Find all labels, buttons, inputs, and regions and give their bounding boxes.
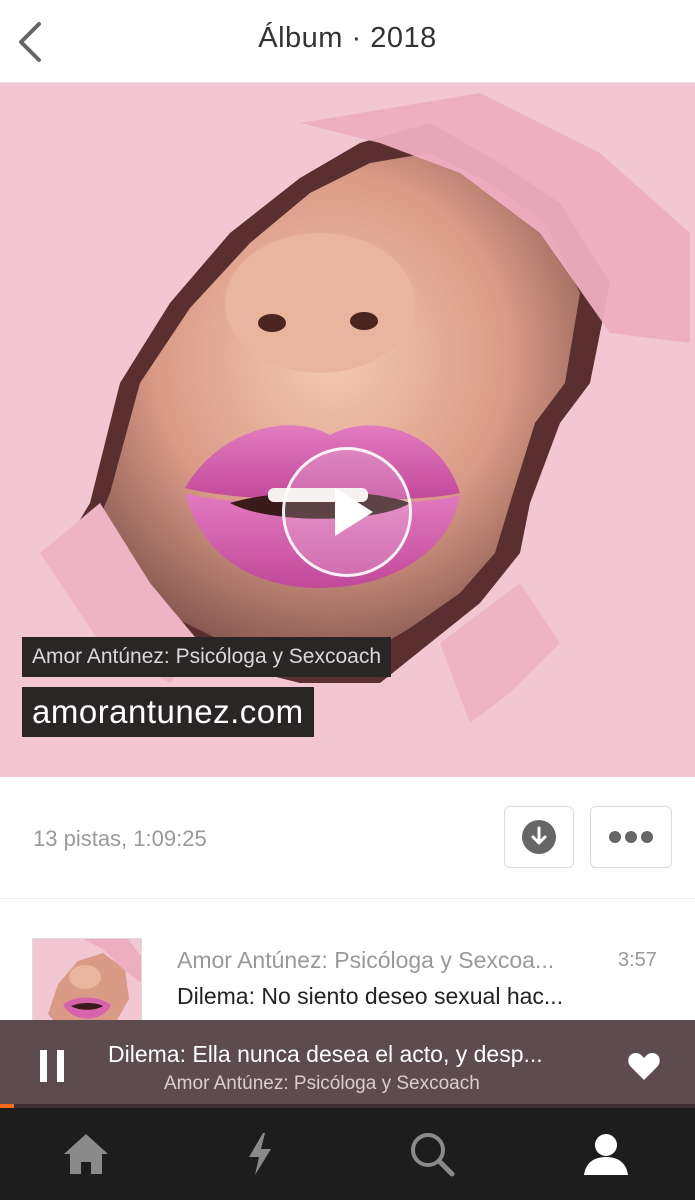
play-button[interactable]	[282, 447, 412, 577]
tab-stream[interactable]	[200, 1108, 320, 1200]
more-dots-icon	[609, 831, 653, 843]
now-playing-artist: Amor Antúnez: Psicóloga y Sexcoach	[164, 1073, 480, 1094]
track-count-duration: 13 pistas, 1:09:25	[33, 826, 207, 851]
album-artwork: Amor Antúnez: Psicóloga y Sexcoach amora…	[0, 83, 695, 777]
download-button[interactable]	[504, 806, 574, 868]
like-button[interactable]	[626, 1048, 662, 1084]
heart-icon	[628, 1053, 660, 1080]
tab-profile[interactable]	[546, 1108, 666, 1200]
more-options-button[interactable]	[590, 806, 672, 868]
bottom-tab-bar	[0, 1108, 695, 1200]
pause-icon	[40, 1050, 64, 1082]
profile-icon	[584, 1134, 628, 1175]
download-icon	[522, 820, 556, 854]
track-list-item[interactable]: Amor Antúnez: Psicóloga y Sexcoa... 3:57…	[0, 920, 695, 1048]
artwork-artist-caption: Amor Antúnez: Psicóloga y Sexcoach	[22, 637, 392, 677]
pause-button[interactable]	[30, 1044, 74, 1088]
track-title: Dilema: No siento deseo sexual hac...	[177, 983, 564, 1009]
track-duration: 3:57	[618, 949, 657, 971]
home-icon	[64, 1134, 108, 1174]
search-icon	[411, 1133, 455, 1177]
lightning-icon	[249, 1133, 271, 1175]
page-title: Álbum · 2018	[258, 22, 437, 54]
album-info-row: 13 pistas, 1:09:25	[0, 778, 695, 899]
play-icon	[335, 488, 373, 536]
track-artist: Amor Antúnez: Psicóloga y Sexcoa...	[177, 947, 555, 973]
mini-player[interactable]: Dilema: Ella nunca desea el acto, y desp…	[0, 1020, 695, 1108]
tab-search[interactable]	[372, 1108, 492, 1200]
now-playing-title: Dilema: Ella nunca desea el acto, y desp…	[108, 1041, 543, 1067]
header-bar: Álbum · 2018	[0, 0, 695, 83]
tab-home[interactable]	[26, 1108, 146, 1200]
artwork-website-caption: amorantunez.com	[22, 687, 314, 737]
